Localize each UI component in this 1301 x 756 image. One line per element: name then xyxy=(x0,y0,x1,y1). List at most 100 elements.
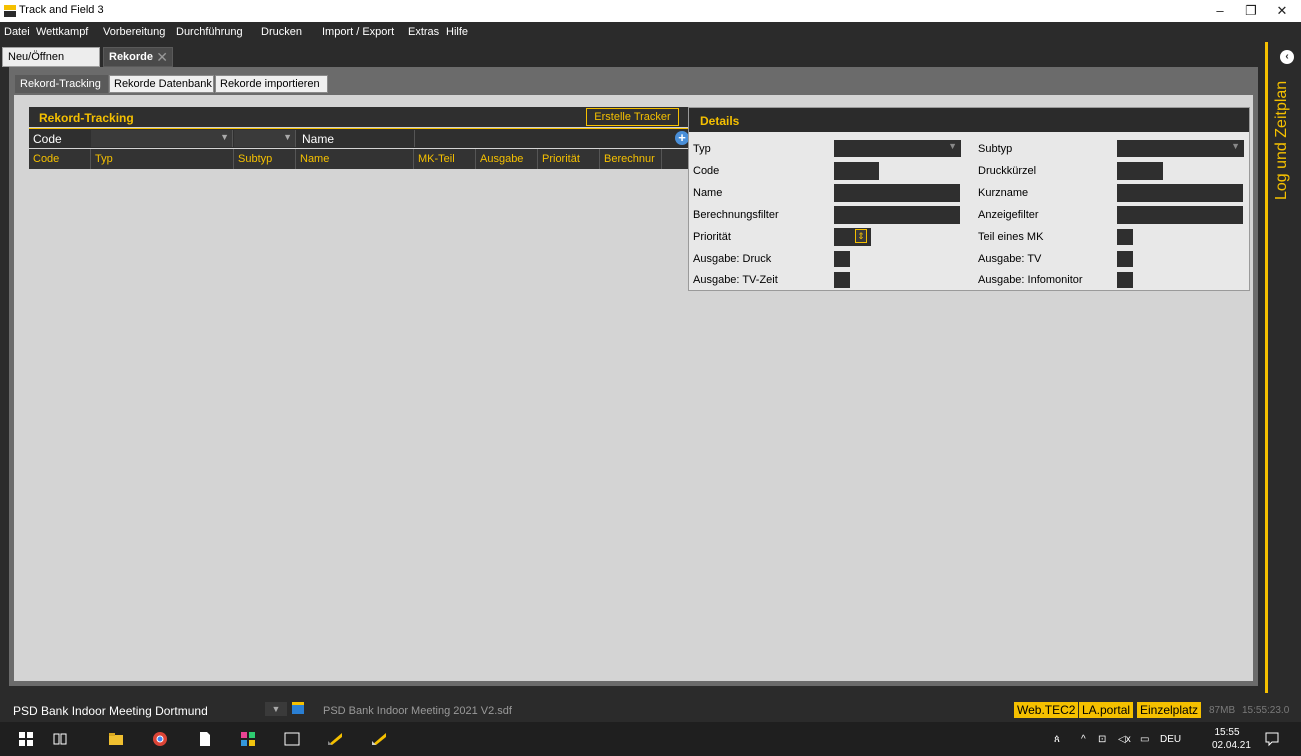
label-code: Code xyxy=(693,165,720,177)
label-druckkuerzel: Druckkürzel xyxy=(978,165,1037,177)
panel-title: Rekord-Tracking xyxy=(39,111,134,125)
tab-label: Rekorde importieren xyxy=(220,78,320,90)
tab-neu-oeffnen[interactable]: Neu/Öffnen xyxy=(2,47,100,67)
volume-muted-icon[interactable]: ◁x xyxy=(1118,734,1131,745)
tab-rekorde-importieren[interactable]: Rekorde importieren xyxy=(215,75,328,93)
label-teil-eines-mk: Teil eines MK xyxy=(978,231,1044,243)
name-input[interactable] xyxy=(834,184,960,202)
chrome-icon[interactable] xyxy=(152,731,168,747)
ausgabe-druck-checkbox[interactable] xyxy=(834,251,850,267)
menu-wettkampf[interactable]: Wettkampf xyxy=(36,26,88,38)
teil-eines-mk-checkbox[interactable] xyxy=(1117,229,1133,245)
app-grid-icon[interactable] xyxy=(240,731,256,747)
label-typ: Typ xyxy=(693,143,711,155)
col-mk-teil[interactable]: MK-Teil xyxy=(414,149,476,169)
tab-label: Rekord-Tracking xyxy=(20,78,101,90)
badge-laportal[interactable]: LA.portal xyxy=(1079,702,1134,718)
details-panel: Details Typ Code Name Berechnungsfilter … xyxy=(688,107,1250,291)
taskbar-clock[interactable]: 15:55 02.04.21 xyxy=(1212,726,1251,752)
kurzname-input[interactable] xyxy=(1117,184,1243,202)
chevron-down-icon: ▼ xyxy=(220,132,229,142)
menu-durchfuehrung[interactable]: Durchführung xyxy=(176,26,243,38)
menu-drucken[interactable]: Drucken xyxy=(261,26,302,38)
label-berechnungsfilter: Berechnungsfilter xyxy=(693,209,779,221)
title-bar: Track and Field 3 – ❐ ✕ xyxy=(0,0,1301,22)
close-button[interactable]: ✕ xyxy=(1259,0,1301,22)
ausgabe-tv-checkbox[interactable] xyxy=(1117,251,1133,267)
trackfield-app-icon[interactable] xyxy=(371,731,387,747)
menu-bar: Datei Wettkampf Vorbereitung Durchführun… xyxy=(0,22,1262,42)
chevron-down-icon[interactable]: ▼ xyxy=(265,702,287,716)
memory-usage: 87MB xyxy=(1209,705,1236,716)
erstelle-tracker-button[interactable]: Erstelle Tracker xyxy=(586,108,679,126)
col-subtyp[interactable]: Subtyp xyxy=(234,149,296,169)
col-ausgabe[interactable]: Ausgabe xyxy=(476,149,538,169)
col-code[interactable]: Code xyxy=(29,149,91,169)
label-anzeigefilter: Anzeigefilter xyxy=(978,209,1039,221)
ausgabe-infomonitor-checkbox[interactable] xyxy=(1117,272,1133,288)
rekord-tracking-header: Rekord-Tracking Erstelle Tracker xyxy=(29,107,691,127)
label-prioritaet: Priorität xyxy=(693,231,731,243)
chevron-left-icon[interactable]: ‹ xyxy=(1280,50,1294,64)
spinner-icon[interactable]: ⇕ xyxy=(855,229,867,243)
main-panel: Rekord-Tracking Rekorde Datenbank Rekord… xyxy=(9,67,1258,686)
filter-code-label: Code xyxy=(33,132,62,146)
meeting-select[interactable]: PSD Bank Indoor Meeting Dortmund xyxy=(13,704,208,718)
tab-label: Rekorde xyxy=(109,51,154,63)
filter-name-label: Name xyxy=(302,132,335,146)
person-icon[interactable]: ጰ xyxy=(1054,734,1060,745)
chevron-up-icon[interactable]: ^ xyxy=(1081,734,1086,745)
filter-code-select[interactable]: ▼ xyxy=(91,130,233,147)
label-subtyp: Subtyp xyxy=(978,143,1013,155)
code-input[interactable] xyxy=(834,162,879,180)
file-explorer-icon[interactable] xyxy=(108,731,124,747)
log-und-zeitplan-tab[interactable]: Log und Zeitplan xyxy=(1273,70,1297,200)
col-name[interactable]: Name xyxy=(296,149,414,169)
file-name: PSD Bank Indoor Meeting 2021 V2.sdf xyxy=(323,705,512,717)
badge-webtec[interactable]: Web.TEC2 xyxy=(1014,702,1079,718)
network-icon[interactable]: ⊡ xyxy=(1098,734,1106,745)
filter-row: Code ▼ ▼ Name + xyxy=(29,128,691,148)
tab-rekorde[interactable]: Rekorde ✕ xyxy=(103,47,173,67)
rail-divider xyxy=(1265,42,1268,693)
save-icon[interactable] xyxy=(292,702,304,714)
windows-start-icon[interactable] xyxy=(18,731,34,747)
menu-import-export[interactable]: Import / Export xyxy=(322,26,394,38)
close-icon[interactable]: ✕ xyxy=(156,48,168,67)
prioritaet-stepper[interactable]: ⇕ xyxy=(834,228,871,246)
menu-vorbereitung[interactable]: Vorbereitung xyxy=(103,26,165,38)
filter-type-select[interactable]: ▼ xyxy=(234,130,296,147)
clock-time: 15:55 xyxy=(1214,727,1240,738)
chevron-down-icon: ▼ xyxy=(1231,141,1240,151)
notification-icon[interactable] xyxy=(1264,731,1280,747)
battery-icon[interactable]: ▭ xyxy=(1140,734,1149,745)
content-area: Rekord-Tracking Erstelle Tracker Code ▼ … xyxy=(14,95,1253,681)
menu-extras[interactable]: Extras xyxy=(408,26,439,38)
task-view-icon[interactable] xyxy=(52,731,68,747)
trackfield-app-icon[interactable] xyxy=(327,731,343,747)
menu-hilfe[interactable]: Hilfe xyxy=(446,26,468,38)
col-typ[interactable]: Typ xyxy=(91,149,234,169)
berechnungsfilter-input[interactable] xyxy=(834,206,960,224)
status-bar: PSD Bank Indoor Meeting Dortmund ▼ PSD B… xyxy=(0,697,1301,722)
anzeigefilter-input[interactable] xyxy=(1117,206,1243,224)
label-ausgabe-infomonitor: Ausgabe: Infomonitor xyxy=(978,274,1083,286)
typ-select[interactable]: ▼ xyxy=(834,140,961,157)
window-title: Track and Field 3 xyxy=(19,4,104,16)
col-berechnung[interactable]: Berechnur xyxy=(600,149,662,169)
subtyp-select[interactable]: ▼ xyxy=(1117,140,1244,157)
add-icon[interactable]: + xyxy=(675,131,689,145)
druckkuerzel-input[interactable] xyxy=(1117,162,1163,180)
col-prioritaet[interactable]: Priorität xyxy=(538,149,600,169)
language-indicator[interactable]: DEU xyxy=(1160,734,1181,745)
label-kurzname: Kurzname xyxy=(978,187,1029,199)
filter-name-input[interactable] xyxy=(414,130,415,147)
document-icon[interactable] xyxy=(197,731,213,747)
tab-rekord-tracking[interactable]: Rekord-Tracking xyxy=(15,75,108,93)
terminal-icon[interactable] xyxy=(284,731,300,747)
menu-datei[interactable]: Datei xyxy=(4,26,30,38)
ausgabe-tv-zeit-checkbox[interactable] xyxy=(834,272,850,288)
badge-einzelplatz[interactable]: Einzelplatz xyxy=(1137,702,1202,718)
tab-rekorde-datenbank[interactable]: Rekorde Datenbank xyxy=(109,75,214,93)
table-header: Code Typ Subtyp Name MK-Teil Ausgabe Pri… xyxy=(29,149,691,169)
